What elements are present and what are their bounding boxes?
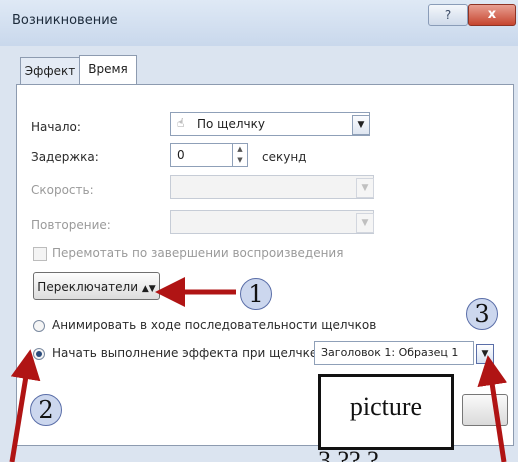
tab-timing[interactable]: Время xyxy=(79,55,137,84)
arrow-to-dropdown xyxy=(477,355,508,462)
arrow-to-radio xyxy=(9,349,41,462)
annotation-arrows xyxy=(9,277,508,462)
